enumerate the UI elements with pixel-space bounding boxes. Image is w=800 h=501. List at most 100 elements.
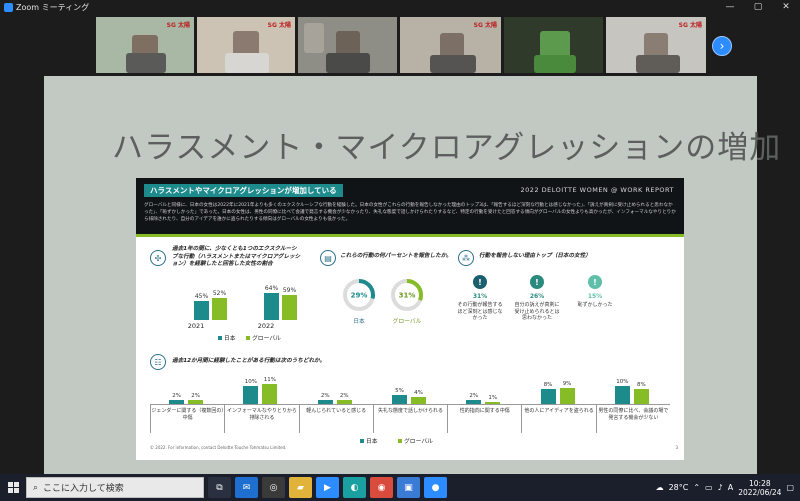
- category-label: ジェンダーに関する（複数回の）中傷: [150, 405, 224, 433]
- document-icon: ▤: [320, 250, 336, 266]
- minimize-button[interactable]: —: [716, 2, 744, 12]
- bar-value-label: 52%: [212, 289, 227, 297]
- donut-value: 31%: [399, 292, 416, 300]
- notification-icon[interactable]: ▢: [786, 483, 794, 492]
- close-button[interactable]: ✕: [772, 2, 800, 12]
- taskbar-search[interactable]: ⌕ ここに入力して検索: [26, 477, 204, 498]
- bar-japan: [540, 389, 556, 404]
- chart-behaviors-experienced: 2% 2% 10% 11% 2% 2% 5% 4% 2% 1% 8% 9% 10% 8%: [150, 370, 670, 404]
- company-logo: SG 太陽: [166, 22, 190, 29]
- participant-tile[interactable]: SG 太陽: [197, 17, 295, 73]
- category-label: インフォーマルなやりとりから排除される: [224, 405, 298, 433]
- chat-icon: ☷: [150, 354, 166, 370]
- clock-date: 2022/06/24: [738, 487, 782, 497]
- chevron-right-icon: ›: [719, 39, 725, 53]
- report-footnote: © 2022. For information, contact Deloitt…: [150, 445, 287, 450]
- report-brand: 2022 DELOITTE WOMEN @ WORK REPORT: [520, 186, 674, 194]
- donut-label-global: グローバル: [392, 319, 422, 325]
- participant-tile[interactable]: [504, 17, 603, 73]
- weather-icon[interactable]: ☁: [656, 483, 664, 492]
- dell-icon[interactable]: ◎: [262, 477, 285, 498]
- section1-question: 過去1年の間に、少なくとも1つのエクスクルーシブな行動（ハラスメントまたはマイク…: [172, 246, 301, 267]
- reason-text: 自分の訴えが真剣に受け止められるとは思わなかった: [514, 302, 560, 321]
- category-label: 性的指向に関する中傷: [447, 405, 521, 433]
- window-title: Zoom ミーティング: [16, 2, 90, 12]
- start-button[interactable]: [0, 474, 26, 501]
- reason-percent: 15%: [587, 293, 603, 300]
- chevron-up-icon[interactable]: ⌃: [693, 483, 700, 492]
- bar-value-label: 2%: [339, 393, 349, 400]
- bar-value-label: 10%: [244, 378, 258, 385]
- bar-value-label: 11%: [263, 376, 277, 383]
- shared-screen: ハラスメント・マイクロアグレッションの増加 ハラスメントやマイクロアグレッション…: [44, 76, 780, 474]
- maximize-button[interactable]: ▢: [744, 2, 772, 12]
- bar-japan: [194, 300, 209, 320]
- section4-question: 過去12か月間に経験したことがある行動は次のうちどれか。: [172, 358, 326, 364]
- bar-value-label: 2%: [469, 393, 479, 400]
- zoom-icon[interactable]: ●: [424, 477, 447, 498]
- reason-percent: 26%: [529, 293, 545, 300]
- bar-value-label: 9%: [562, 380, 572, 387]
- zoom-app-icon: [4, 2, 13, 12]
- participant-tile[interactable]: SG 太陽: [606, 17, 706, 73]
- category-label: 失礼な態度で話しかけられる: [372, 405, 447, 433]
- donut-value: 29%: [351, 292, 368, 300]
- section2-question: これらの行動の何パーセントを報告したか。: [340, 253, 452, 259]
- category-label: 男性の同僚に比べ、会議の場で発言する機会が少ない: [595, 405, 670, 433]
- bar-value-label: 2%: [320, 393, 330, 400]
- window-titlebar: Zoom ミーティング — ▢ ✕: [0, 0, 800, 14]
- bar-value-label: 59%: [282, 286, 297, 294]
- exclamation-icon: !: [473, 275, 487, 289]
- group-icon: ⁂: [458, 250, 474, 266]
- weather-temp[interactable]: 28°C: [669, 483, 689, 492]
- bar-japan: [614, 385, 630, 404]
- company-logo: SG 太陽: [678, 22, 702, 29]
- photos-icon[interactable]: ▣: [397, 477, 420, 498]
- clock-time: 10:28: [749, 478, 771, 488]
- legend-japan: 日本: [218, 333, 236, 342]
- participant-tile[interactable]: [298, 17, 397, 73]
- chart-exclusive-behaviors: 45% 52% 64% 59%: [176, 274, 306, 320]
- reason-text: その行動が報告するほど深刻とは感じなかった: [457, 302, 503, 321]
- participant-strip: SG 太陽 SG 太陽 SG 太陽 SG 太陽: [0, 14, 800, 76]
- next-participants-button[interactable]: ›: [712, 36, 732, 56]
- report-accent-bar: [136, 234, 684, 237]
- system-tray: ☁ 28°C ⌃ ▭ ♪ A 10:28 2022/06/24 ▢: [656, 474, 800, 501]
- report-description: グローバルと同様に、日本の女性は2022年に2021年よりも多くのエクスクルーシ…: [144, 203, 676, 222]
- ime-indicator[interactable]: A: [728, 483, 733, 492]
- legend-japan: 日本: [360, 436, 378, 445]
- taskbar-clock[interactable]: 10:28 2022/06/24: [738, 479, 781, 497]
- company-logo: SG 太陽: [473, 22, 497, 29]
- bar-value-label: 2%: [172, 393, 181, 400]
- reason-text: 恥ずかしかった: [577, 302, 613, 308]
- bar-japan: [264, 292, 279, 320]
- report-header: ハラスメントやマイクロアグレッションが増加している 2022 DELOITTE …: [136, 178, 684, 237]
- file-explorer-icon[interactable]: ▰: [289, 477, 312, 498]
- video-icon[interactable]: ▶: [316, 477, 339, 498]
- legend-global: グローバル: [398, 436, 433, 445]
- bar-japan: [392, 394, 407, 404]
- exclamation-icon: !: [588, 275, 602, 289]
- report-page: ハラスメントやマイクロアグレッションが増加している 2022 DELOITTE …: [136, 178, 684, 460]
- section3-question: 行動を報告しない理由トップ（日本の女性）: [479, 253, 591, 259]
- company-logo: SG 太陽: [267, 22, 291, 29]
- search-icon: ⌕: [33, 482, 39, 493]
- chrome-icon[interactable]: ◉: [370, 477, 393, 498]
- bar-value-label: 1%: [488, 395, 498, 402]
- volume-icon[interactable]: ♪: [718, 483, 723, 492]
- chart-reporting-rate: 29% 31%: [343, 279, 423, 311]
- bar-value-label: 5%: [395, 387, 404, 394]
- bar-global: [559, 387, 575, 404]
- bar-value-label: 10%: [616, 378, 629, 385]
- bar-value-label: 4%: [414, 389, 423, 396]
- participant-tile[interactable]: SG 太陽: [96, 17, 194, 73]
- task-view-icon[interactable]: ⧉: [208, 477, 231, 498]
- mail-icon[interactable]: ✉: [235, 477, 258, 498]
- bar-global: [282, 294, 297, 320]
- report-page-number: 3: [675, 445, 678, 450]
- bar-global: [212, 297, 227, 320]
- edge-icon[interactable]: ◐: [343, 477, 366, 498]
- participant-tile[interactable]: SG 太陽: [400, 17, 501, 73]
- bar-global: [262, 383, 278, 404]
- network-status-icon[interactable]: ▭: [705, 483, 713, 492]
